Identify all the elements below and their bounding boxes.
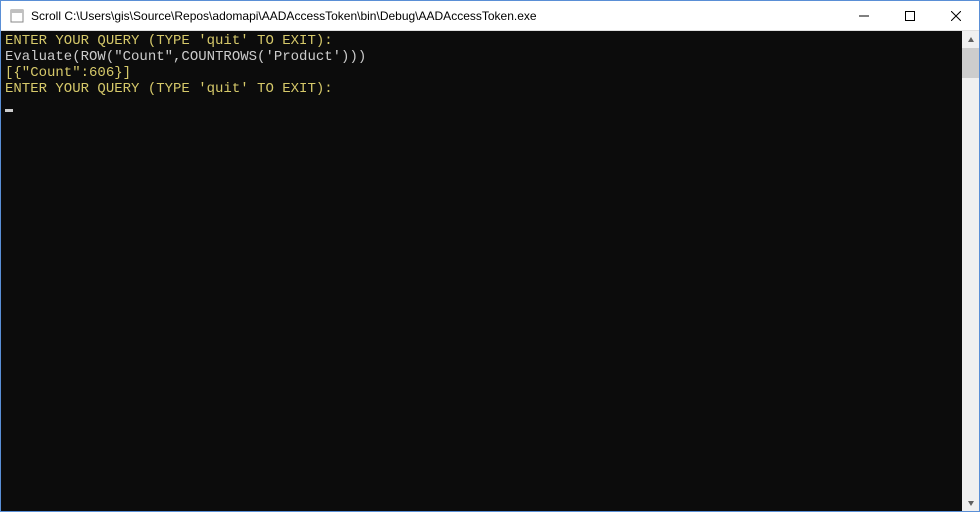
maximize-button[interactable] [887, 1, 933, 30]
scroll-track[interactable] [962, 48, 979, 494]
cursor-line [5, 97, 958, 113]
titlebar[interactable]: Scroll C:\Users\gis\Source\Repos\adomapi… [1, 1, 979, 31]
scroll-thumb[interactable] [962, 48, 979, 78]
console-area: ENTER YOUR QUERY (TYPE 'quit' TO EXIT):E… [1, 31, 979, 511]
scroll-down-button[interactable] [962, 494, 979, 511]
console-line: [{"Count":606}] [5, 65, 958, 81]
minimize-button[interactable] [841, 1, 887, 30]
app-icon [9, 8, 25, 24]
close-button[interactable] [933, 1, 979, 30]
console-window: Scroll C:\Users\gis\Source\Repos\adomapi… [0, 0, 980, 512]
console-line: ENTER YOUR QUERY (TYPE 'quit' TO EXIT): [5, 81, 958, 97]
scroll-up-button[interactable] [962, 31, 979, 48]
console-line: Evaluate(ROW("Count",COUNTROWS('Product'… [5, 49, 958, 65]
console-line: ENTER YOUR QUERY (TYPE 'quit' TO EXIT): [5, 33, 958, 49]
vertical-scrollbar[interactable] [962, 31, 979, 511]
cursor [5, 109, 13, 112]
console-output[interactable]: ENTER YOUR QUERY (TYPE 'quit' TO EXIT):E… [1, 31, 962, 511]
window-title: Scroll C:\Users\gis\Source\Repos\adomapi… [31, 9, 841, 23]
window-controls [841, 1, 979, 30]
